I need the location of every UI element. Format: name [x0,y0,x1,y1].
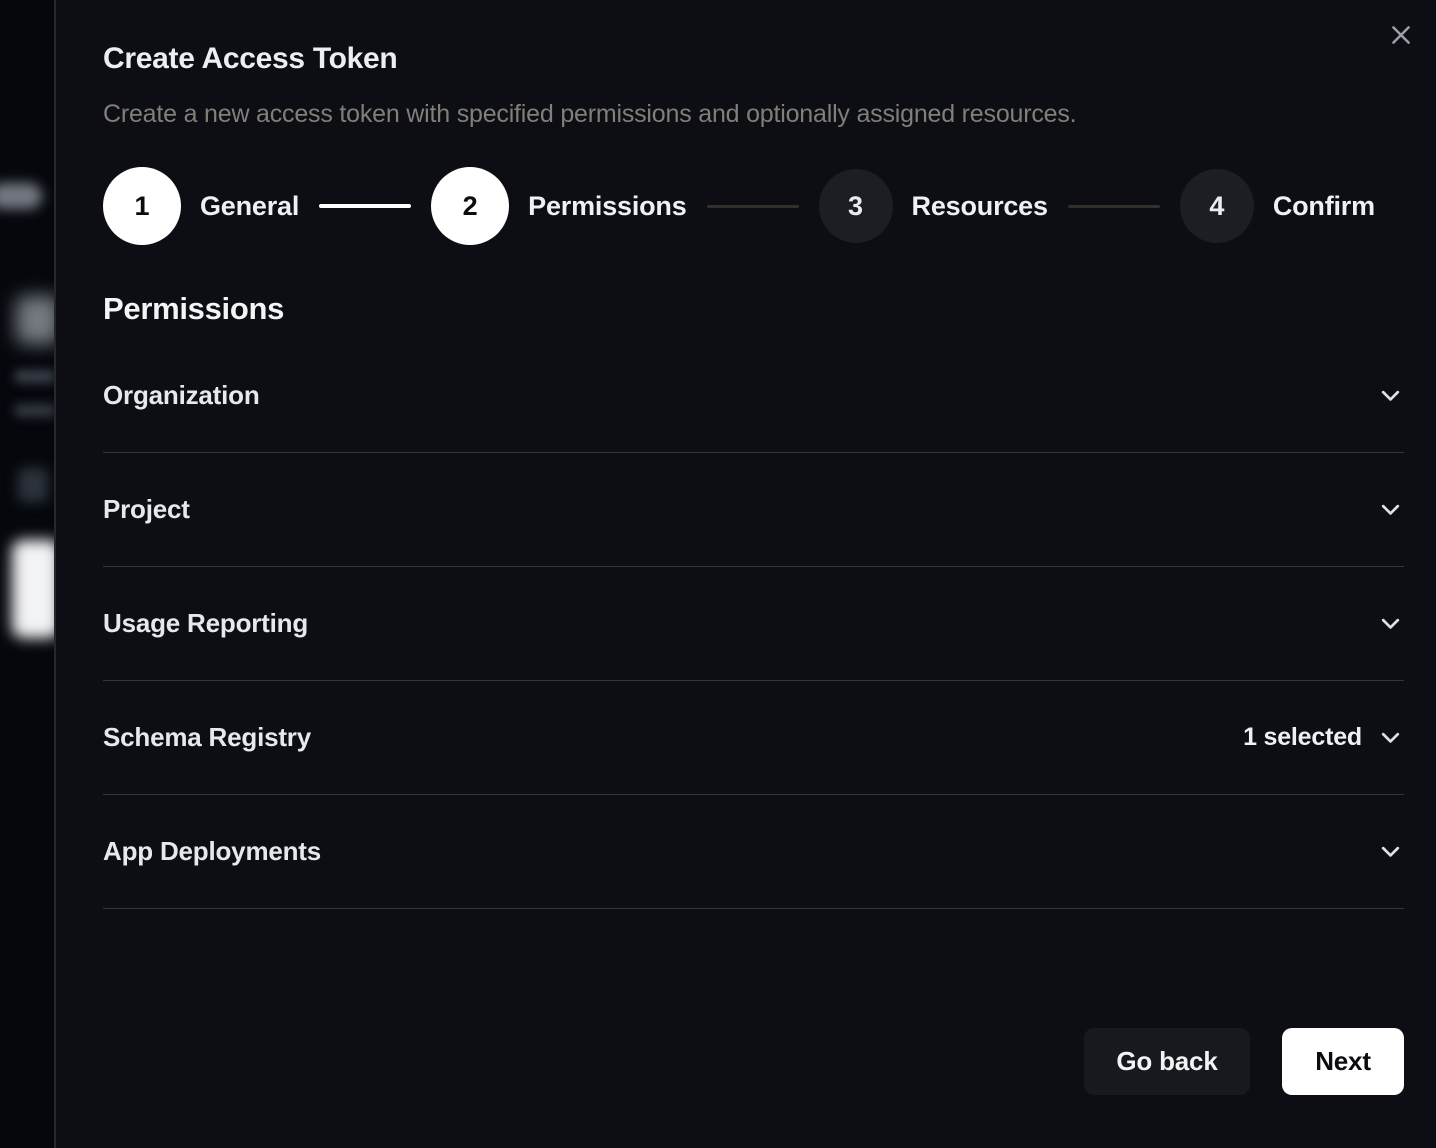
accordion-label: Project [103,494,190,525]
dialog-subtitle: Create a new access token with specified… [103,100,1404,129]
accordion-row-organization[interactable]: Organization [103,339,1404,453]
step-number-badge: 1 [103,167,181,245]
stepper-connector [1068,205,1160,208]
accordion-label: App Deployments [103,836,321,867]
step-label: Resources [912,191,1048,222]
accordion-row-schema-registry[interactable]: Schema Registry 1 selected [103,681,1404,795]
background-blur-text [14,370,56,383]
stepper-step-general[interactable]: 1 General [103,167,299,245]
background-blur-blob [16,296,56,344]
create-access-token-dialog: Create Access Token Create a new access … [54,0,1436,1148]
chevron-down-icon [1377,838,1404,865]
dialog-footer: Go back Next [103,1028,1404,1095]
selection-count: 1 selected [1243,723,1362,752]
go-back-button[interactable]: Go back [1084,1028,1250,1095]
chevron-down-icon [1377,496,1404,523]
step-number-badge: 3 [819,169,893,243]
stepper-step-resources[interactable]: 3 Resources [819,169,1048,243]
stepper-step-confirm[interactable]: 4 Confirm [1180,169,1375,243]
background-blur-text [14,404,56,417]
step-label: Confirm [1273,191,1375,222]
stepper-step-permissions[interactable]: 2 Permissions [431,167,686,245]
background-app [0,0,56,1148]
next-button[interactable]: Next [1282,1028,1404,1095]
accordion-row-app-deployments[interactable]: App Deployments [103,795,1404,909]
dialog-title: Create Access Token [103,42,1404,76]
step-label: General [200,191,299,222]
close-icon[interactable] [1386,20,1416,50]
accordion-row-usage-reporting[interactable]: Usage Reporting [103,567,1404,681]
step-label: Permissions [528,191,686,222]
permissions-heading: Permissions [103,291,1404,327]
chevron-down-icon [1377,382,1404,409]
accordion-row-project[interactable]: Project [103,453,1404,567]
step-number-badge: 2 [431,167,509,245]
accordion-label: Usage Reporting [103,608,308,639]
stepper-connector [319,204,411,208]
background-blur-pill [0,183,42,209]
accordion-label: Schema Registry [103,722,311,753]
stepper-connector [707,205,799,208]
wizard-stepper: 1 General 2 Permissions 3 Resources 4 Co… [103,167,1404,245]
chevron-down-icon [1377,724,1404,751]
background-blur-icon [18,468,48,502]
background-blur-card [12,540,56,638]
permissions-accordion: Organization Project Usage Reporting [103,339,1404,909]
step-number-badge: 4 [1180,169,1254,243]
accordion-label: Organization [103,380,260,411]
chevron-down-icon [1377,610,1404,637]
